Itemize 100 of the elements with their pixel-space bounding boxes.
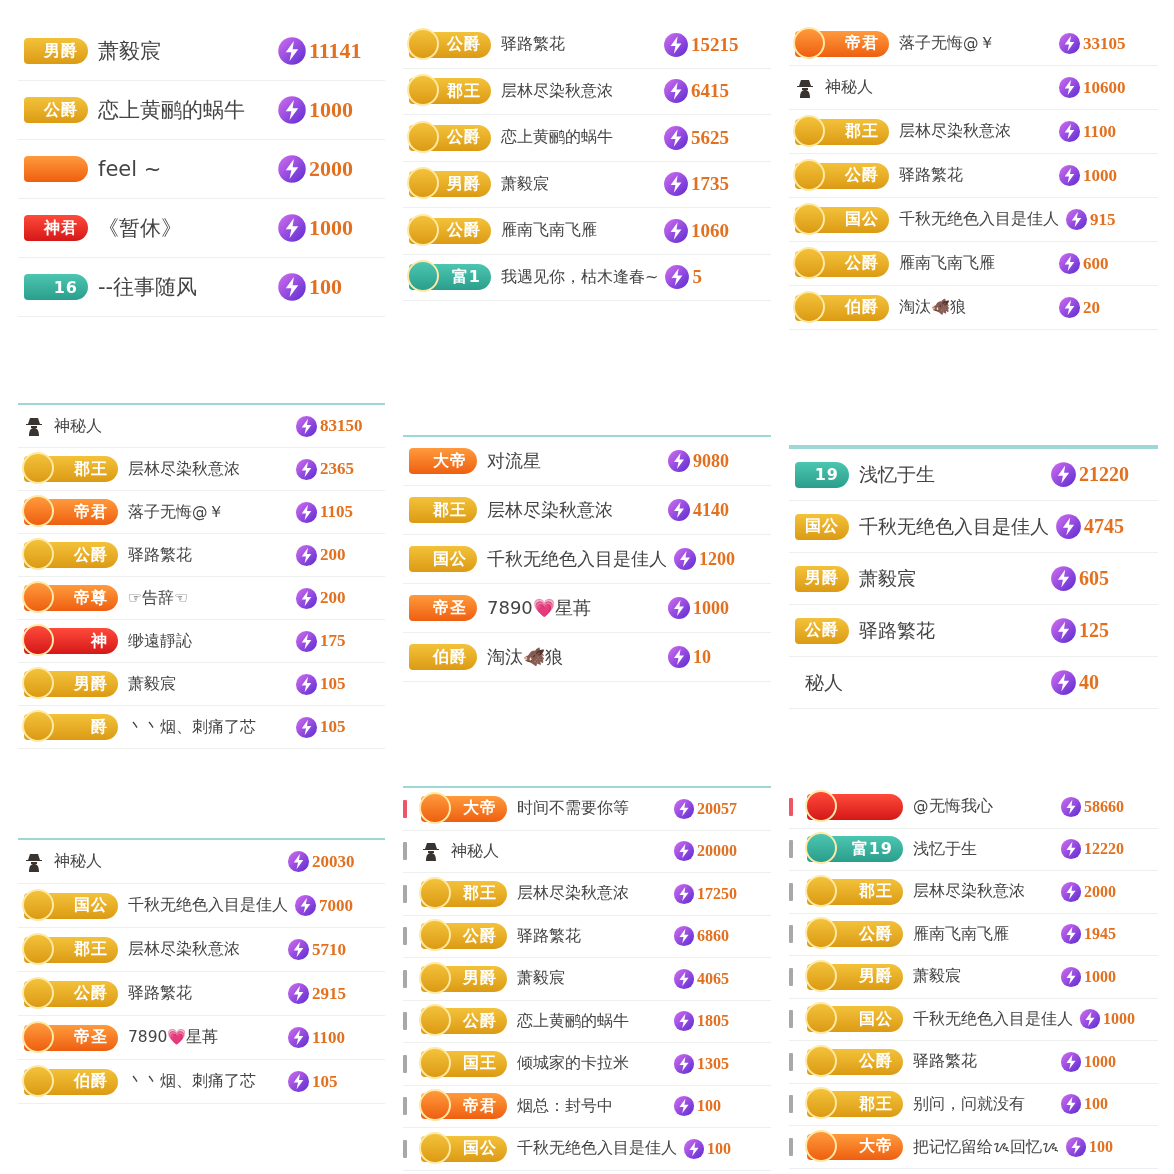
rank-badge: 19 — [795, 461, 849, 488]
user-name: 神秘人 — [824, 77, 874, 98]
lightning-coin-icon — [1079, 1008, 1101, 1031]
coin-amount: 1735 — [691, 173, 729, 196]
coin-amount: 600 — [1083, 253, 1109, 274]
lightning-coin-icon — [295, 629, 318, 653]
lightning-coin-icon — [295, 457, 318, 481]
user-name: 淘汰🐗狼 — [898, 297, 967, 318]
coin-amount: 1000 — [693, 597, 729, 619]
coin-amount: 125 — [1079, 619, 1109, 642]
coin-amount: 5625 — [691, 126, 729, 149]
user-name: 千秋无绝色入目是佳人 — [486, 547, 667, 571]
rank-badge: 公爵 — [24, 97, 88, 123]
coin-amount: 100 — [697, 1097, 721, 1116]
rank-badge: 公爵 — [24, 980, 118, 1007]
user-name: 千秋无绝色入目是佳人 — [912, 1008, 1073, 1030]
coin-amount: 100 — [707, 1139, 731, 1158]
rank-badge: 国公 — [409, 546, 477, 572]
rank-badge: 公爵 — [807, 1048, 903, 1075]
user-name: 把记忆留给ᝰ回忆ᝰ — [912, 1137, 1059, 1159]
coin-amount: 1100 — [1083, 121, 1117, 142]
coin-amount: 1000 — [1083, 165, 1117, 186]
user-name: 萧毅宸 — [127, 673, 177, 695]
rank-badge: 国王 — [421, 1050, 507, 1077]
lightning-coin-icon — [277, 95, 307, 125]
rank-badge: 神君 — [24, 215, 88, 241]
lightning-coin-icon — [1050, 565, 1077, 592]
coin-amount: 5 — [692, 266, 702, 289]
user-name: 层林尽染秋意浓 — [486, 498, 614, 522]
user-name: 落子无悔@￥ — [898, 33, 996, 54]
lightning-coin-icon — [1060, 923, 1082, 946]
coin-amount: 7000 — [319, 895, 353, 916]
coin-amount: 1000 — [1103, 1010, 1135, 1029]
lightning-coin-icon — [663, 78, 689, 105]
user-name: 萧毅宸 — [500, 173, 550, 195]
coin-amount: 4745 — [1084, 515, 1124, 538]
coin-amount: 1200 — [699, 548, 735, 570]
rank-badge: 16 — [24, 274, 88, 300]
hat-person-icon — [24, 416, 44, 436]
lightning-coin-icon — [1050, 669, 1077, 696]
user-name: 驿路繁花 — [898, 165, 964, 186]
lightning-coin-icon — [287, 982, 310, 1005]
user-name: 《暂休》 — [97, 215, 183, 242]
coin-amount: 100 — [309, 274, 342, 300]
lightning-coin-icon — [1060, 880, 1082, 903]
lightning-coin-icon — [1058, 296, 1081, 319]
user-name: 烟总：封号中 — [516, 1095, 614, 1117]
user-name: 层林尽染秋意浓 — [127, 458, 241, 480]
lightning-coin-icon — [667, 498, 691, 522]
rank-badge: 公爵 — [409, 217, 491, 244]
lightning-coin-icon — [1058, 164, 1081, 187]
lightning-coin-icon — [1058, 76, 1081, 99]
lightning-coin-icon — [1050, 617, 1077, 644]
lightning-coin-icon — [1060, 1050, 1082, 1073]
user-name: 7890💗星苒 — [486, 596, 592, 620]
user-name: 浅忆于生 — [858, 461, 936, 487]
user-name: 雁南飞南飞雁 — [500, 220, 598, 242]
user-name: 层林尽染秋意浓 — [500, 80, 614, 102]
coin-amount: 200 — [320, 545, 346, 565]
coin-amount: 2365 — [320, 459, 354, 479]
rank-badge: 帝圣 — [24, 1024, 118, 1051]
lightning-coin-icon — [663, 217, 689, 244]
lightning-coin-icon — [667, 596, 691, 620]
lightning-coin-icon — [673, 1010, 695, 1033]
lightning-coin-icon — [667, 645, 691, 669]
rank-badge: 郡王 — [409, 497, 477, 523]
lightning-coin-icon — [1065, 208, 1088, 231]
rank-badge: 公爵 — [409, 124, 491, 151]
user-name: 我遇见你，枯木逢春~ — [500, 266, 659, 288]
user-name: 层林尽染秋意浓 — [516, 883, 630, 905]
lightning-coin-icon — [277, 154, 307, 184]
user-name: 7890💗星苒 — [127, 1027, 220, 1048]
coin-amount: 20 — [1083, 297, 1100, 318]
user-name: 倾城家的卡拉米 — [516, 1053, 630, 1075]
user-name: 千秋无绝色入目是佳人 — [858, 513, 1049, 539]
user-name: 神秘人 — [450, 840, 500, 862]
coin-amount: 20057 — [697, 799, 737, 818]
lightning-coin-icon — [1058, 32, 1081, 55]
lightning-coin-icon — [295, 500, 318, 524]
user-name: 萧毅宸 — [97, 38, 162, 65]
user-name: 秘人 — [804, 669, 844, 695]
coin-amount: 20000 — [697, 842, 737, 861]
coin-amount: 2915 — [312, 983, 346, 1004]
rank-badge: 国公 — [24, 892, 118, 919]
lightning-coin-icon — [667, 449, 691, 473]
coin-amount: 58660 — [1084, 797, 1124, 816]
user-name: 层林尽染秋意浓 — [912, 881, 1026, 903]
coin-amount: 10 — [693, 646, 711, 668]
rank-badge: 大帝 — [807, 1133, 903, 1160]
user-name: 淘汰🐗狼 — [486, 645, 564, 669]
rank-badge: 大帝 — [421, 795, 507, 822]
user-name: 驿路繁花 — [858, 617, 936, 643]
user-name: 恋上黄鹂的蜗牛 — [500, 127, 614, 149]
user-name: 浅忆于生 — [912, 838, 978, 860]
hat-person-icon — [795, 77, 815, 98]
coin-amount: 1805 — [697, 1012, 729, 1031]
coin-amount: 33105 — [1083, 33, 1126, 54]
lightning-coin-icon — [673, 882, 695, 905]
lightning-coin-icon — [277, 272, 307, 302]
lightning-coin-icon — [1055, 513, 1082, 540]
